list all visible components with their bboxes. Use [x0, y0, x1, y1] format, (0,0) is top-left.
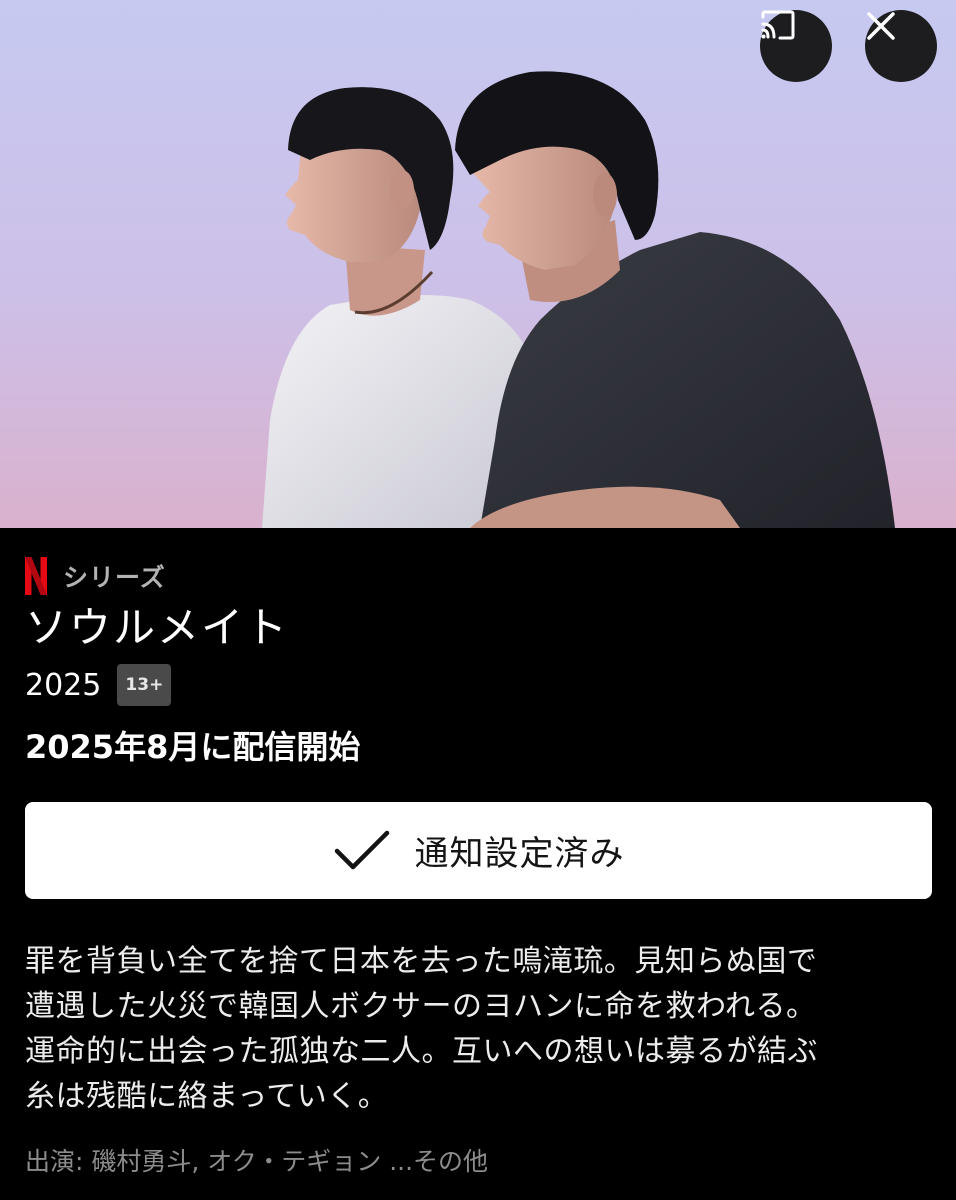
- synopsis-line: 罪を背負い全てを捨て日本を去った鳴滝琉。見知らぬ国で: [25, 944, 818, 979]
- brand-row: シリーズ: [25, 556, 166, 596]
- release-year: 2025: [25, 667, 102, 703]
- release-date-text: 2025年8月に配信開始: [25, 728, 361, 766]
- hero-artwork: [0, 0, 956, 528]
- detail-panel: シリーズ ソウルメイト 2025 13+ 2025年8月に配信開始 通知設定済み…: [0, 528, 956, 1200]
- page-title: ソウルメイト: [25, 603, 290, 652]
- remind-me-label: 通知設定済み: [414, 834, 625, 874]
- check-icon: [334, 830, 389, 869]
- synopsis-line: 運命的に出会った孤独な二人。互いへの想いは募るが結ぶ: [25, 1034, 818, 1069]
- close-button[interactable]: [865, 10, 937, 82]
- remind-me-button[interactable]: 通知設定済み: [25, 802, 932, 899]
- maturity-rating-badge: 13+: [117, 664, 172, 706]
- cast-list[interactable]: 出演: 磯村勇斗, オク・テギョン ...その他: [25, 1142, 488, 1178]
- synopsis: 罪を背負い全てを捨て日本を去った鳴滝琉。見知らぬ国で 遭遇した火災で韓国人ボクサ…: [25, 939, 935, 1119]
- hero-illustration: [0, 0, 956, 528]
- netflix-n-logo: [25, 557, 47, 595]
- content-type-label: シリーズ: [63, 563, 166, 592]
- meta-row: 2025 13+: [25, 664, 172, 706]
- synopsis-line: 遭遇した火災で韓国人ボクサーのヨハンに命を救われる。: [25, 989, 817, 1024]
- cast-button[interactable]: [760, 10, 832, 82]
- cast-icon: [761, 10, 795, 40]
- synopsis-line: 糸は残酷に絡まっていく。: [25, 1079, 389, 1114]
- close-icon: [867, 12, 895, 40]
